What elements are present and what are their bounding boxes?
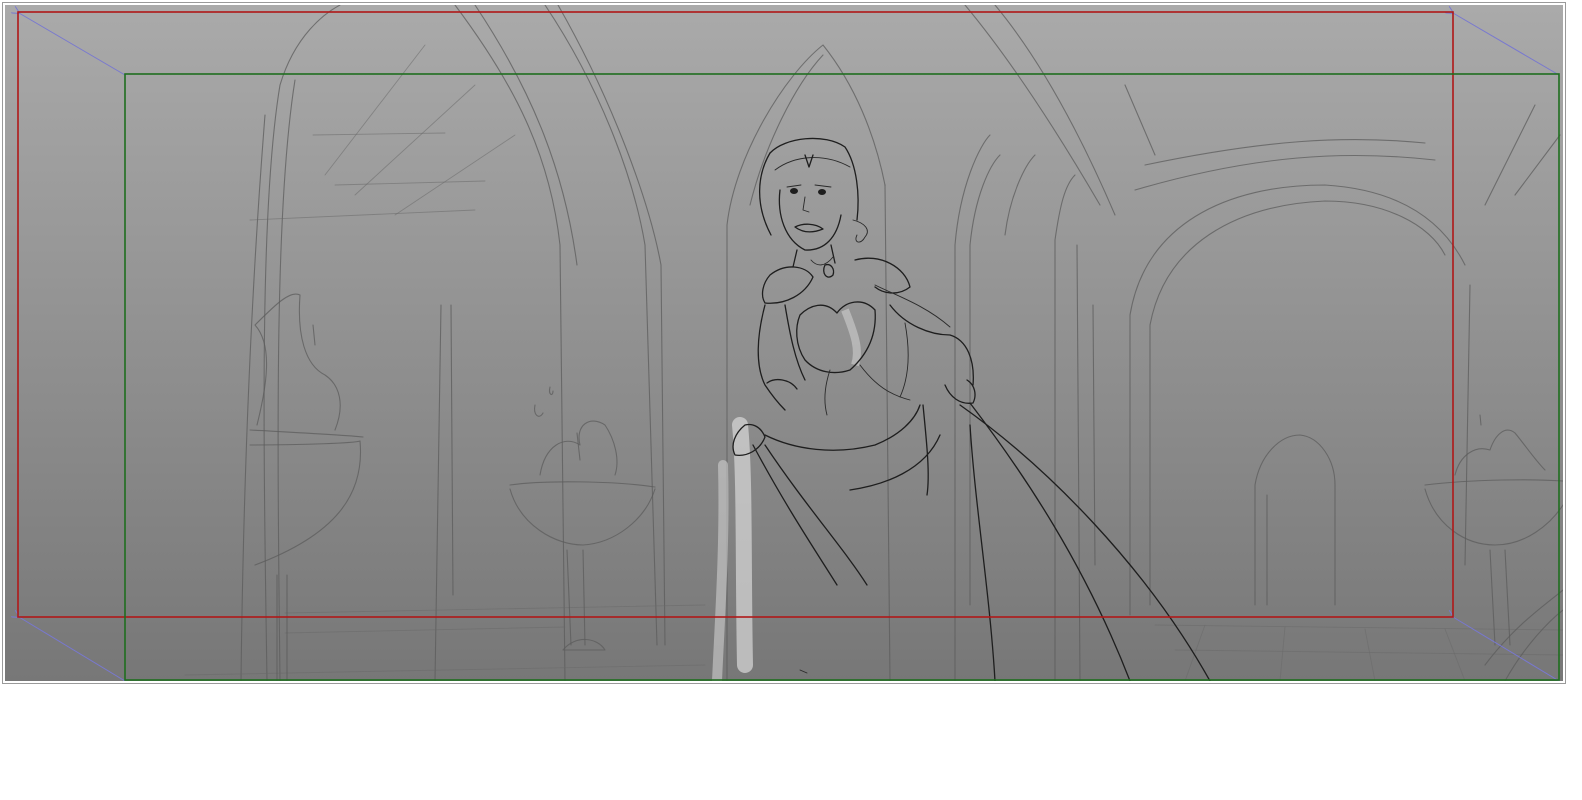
storyboard-panel-frame bbox=[2, 2, 1566, 684]
drawing-canvas[interactable] bbox=[5, 5, 1563, 681]
background bbox=[5, 5, 1563, 681]
empty-margin bbox=[0, 686, 1582, 800]
sketch-svg bbox=[5, 5, 1563, 681]
